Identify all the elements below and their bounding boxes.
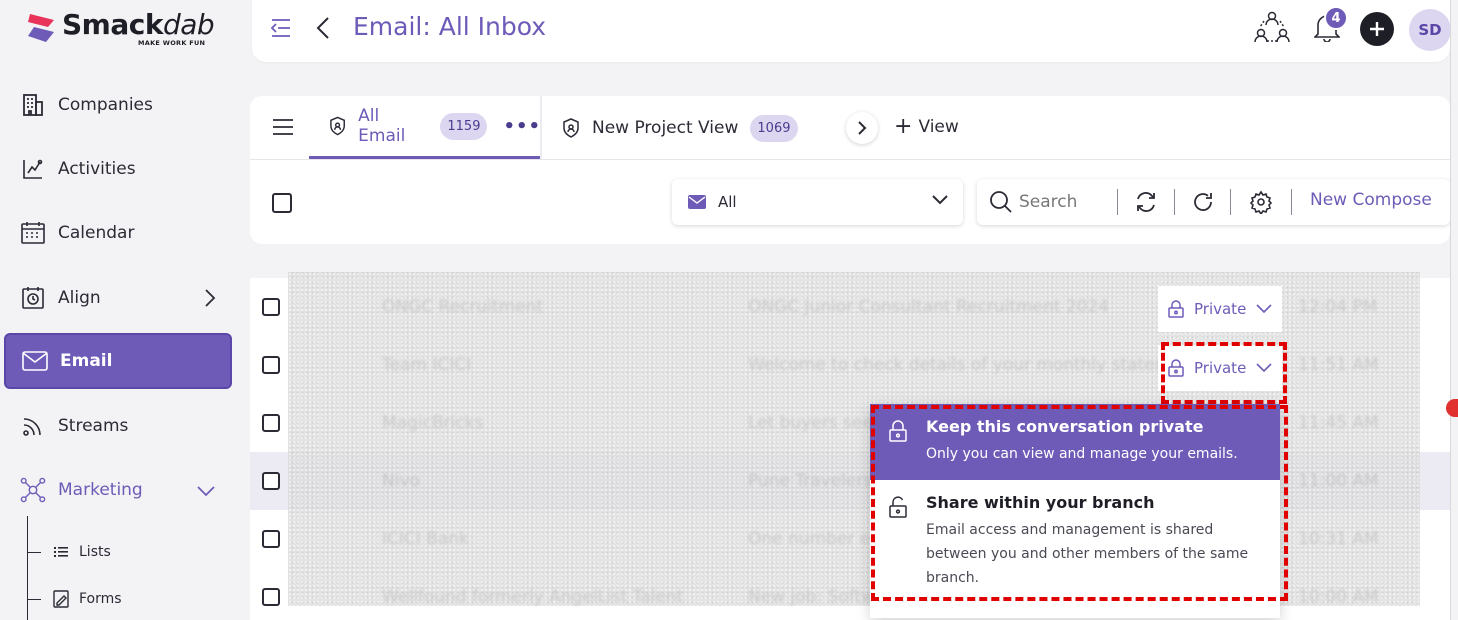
shield-icon xyxy=(330,116,345,136)
search-icon xyxy=(990,191,1012,213)
tabs-scroll-right-button[interactable] xyxy=(846,112,878,144)
tab-all-email[interactable]: All Email 1159 ••• xyxy=(309,96,541,159)
team-icon[interactable] xyxy=(1252,8,1292,48)
email-time: 12:04 PM xyxy=(1298,297,1378,317)
page-title: Email: All Inbox xyxy=(353,12,547,41)
sidebar-item-marketing[interactable]: Marketing xyxy=(4,462,232,518)
lock-icon xyxy=(1168,300,1184,318)
email-time: 10:00 AM xyxy=(1298,587,1379,607)
view-toolbar-card: All Email 1159 ••• New Project View 1069… xyxy=(250,96,1450,244)
envelope-icon xyxy=(688,195,706,209)
row-checkbox[interactable] xyxy=(262,414,280,432)
highlight-box xyxy=(871,405,1288,601)
row-checkbox[interactable] xyxy=(262,530,280,548)
activities-icon xyxy=(20,156,46,182)
add-view-button[interactable]: + View xyxy=(894,116,959,138)
email-subject: ONGC Junior Consultant Recruitment 2024 xyxy=(748,297,1110,317)
sidebar: Smackdab MAKE WORK FUN Companies Activit… xyxy=(0,0,250,620)
user-avatar[interactable]: SD xyxy=(1409,9,1451,51)
tab-count-badge: 1069 xyxy=(750,114,798,142)
list-icon xyxy=(53,546,69,558)
tab-label: All Email xyxy=(358,106,406,146)
privacy-label: Private xyxy=(1194,300,1247,318)
sidebar-item-label: Companies xyxy=(58,95,153,115)
tab-count-badge: 1159 xyxy=(440,112,488,140)
sidebar-item-label: Calendar xyxy=(58,223,135,243)
logo-tagline: MAKE WORK FUN xyxy=(138,39,206,47)
logo-wordmark: Smackdab xyxy=(62,8,215,41)
calendar-icon xyxy=(20,220,46,246)
folder-filter-value: All xyxy=(718,193,737,211)
smackdab-logo-icon xyxy=(28,14,54,42)
sidebar-item-streams[interactable]: Streams xyxy=(4,398,232,454)
hamburger-menu-icon[interactable] xyxy=(272,118,294,136)
email-time: 11:51 AM xyxy=(1298,355,1379,375)
folder-filter-select[interactable]: All xyxy=(672,179,963,225)
page-scrollbar[interactable] xyxy=(1450,0,1458,620)
sidebar-subitem-forms[interactable]: Forms xyxy=(27,587,122,611)
select-all-checkbox[interactable] xyxy=(272,193,292,213)
chevron-down-icon xyxy=(932,195,948,205)
email-time: 11:00 AM xyxy=(1298,471,1379,491)
email-sender: ICICI Bank xyxy=(382,529,469,549)
email-time: 11:45 AM xyxy=(1298,413,1379,433)
sidebar-item-label: Align xyxy=(58,288,101,308)
collapse-sidebar-icon[interactable] xyxy=(270,18,292,38)
email-tools-bar: New Compose xyxy=(977,179,1450,225)
sidebar-item-label: Streams xyxy=(58,416,129,436)
search-input[interactable] xyxy=(1019,187,1109,217)
sidebar-item-label: Activities xyxy=(58,159,136,179)
app-logo[interactable]: Smackdab MAKE WORK FUN xyxy=(24,8,215,48)
back-arrow-icon[interactable] xyxy=(316,16,330,40)
more-options-icon[interactable]: ••• xyxy=(503,116,541,137)
row-checkbox[interactable] xyxy=(262,588,280,606)
shield-icon xyxy=(563,118,579,138)
sync-icon[interactable] xyxy=(1134,190,1158,214)
building-icon xyxy=(20,92,46,118)
align-icon xyxy=(20,285,46,311)
highlight-box xyxy=(1161,342,1287,404)
row-checkbox[interactable] xyxy=(262,298,280,316)
row-checkbox[interactable] xyxy=(262,472,280,490)
email-sender: ONGC Recruitment xyxy=(382,297,544,317)
email-sender: Team ICICI xyxy=(382,355,472,375)
sidebar-subitem-lists[interactable]: Lists xyxy=(27,540,111,564)
gear-icon[interactable] xyxy=(1249,190,1273,214)
add-view-label: View xyxy=(918,117,959,137)
marketing-icon xyxy=(20,477,46,503)
tab-new-project-view[interactable]: New Project View 1069 xyxy=(562,96,798,160)
sidebar-item-align[interactable]: Align xyxy=(4,270,232,326)
floating-indicator[interactable] xyxy=(1446,399,1458,417)
email-subject: Welcome to check details of your monthly… xyxy=(748,355,1200,375)
row-checkbox[interactable] xyxy=(262,356,280,374)
email-sender: MagicBricks xyxy=(382,413,484,433)
new-compose-button[interactable]: New Compose xyxy=(1310,190,1432,210)
sidebar-item-activities[interactable]: Activities xyxy=(4,141,232,197)
sidebar-item-calendar[interactable]: Calendar xyxy=(4,205,232,261)
sidebar-item-email[interactable]: Email xyxy=(4,333,232,389)
top-header: Email: All Inbox 4 SD xyxy=(252,0,1451,62)
privacy-dropdown[interactable]: Private xyxy=(1158,286,1283,332)
email-time: 10:31 AM xyxy=(1298,529,1379,549)
email-sender: Nivo xyxy=(382,471,420,491)
sidebar-item-companies[interactable]: Companies xyxy=(4,77,232,133)
chevron-down-icon xyxy=(1256,304,1272,314)
create-new-button[interactable] xyxy=(1360,12,1394,46)
sidebar-item-label: Email xyxy=(60,351,113,371)
chevron-right-icon xyxy=(858,121,867,135)
tab-label: New Project View xyxy=(592,118,739,138)
plus-icon: + xyxy=(894,114,913,139)
chevron-down-icon xyxy=(197,486,215,497)
notification-badge: 4 xyxy=(1324,6,1348,30)
sidebar-subitem-label: Forms xyxy=(79,591,122,607)
envelope-icon xyxy=(22,348,48,374)
plus-icon xyxy=(1370,22,1384,36)
sidebar-subitem-label: Lists xyxy=(79,544,111,560)
form-icon xyxy=(53,590,69,608)
sidebar-item-label: Marketing xyxy=(58,480,143,500)
chevron-right-icon xyxy=(205,289,216,307)
refresh-icon[interactable] xyxy=(1191,190,1215,214)
email-sender: Wellfound formerly AngelList Talent xyxy=(382,587,684,607)
streams-icon xyxy=(20,413,46,439)
